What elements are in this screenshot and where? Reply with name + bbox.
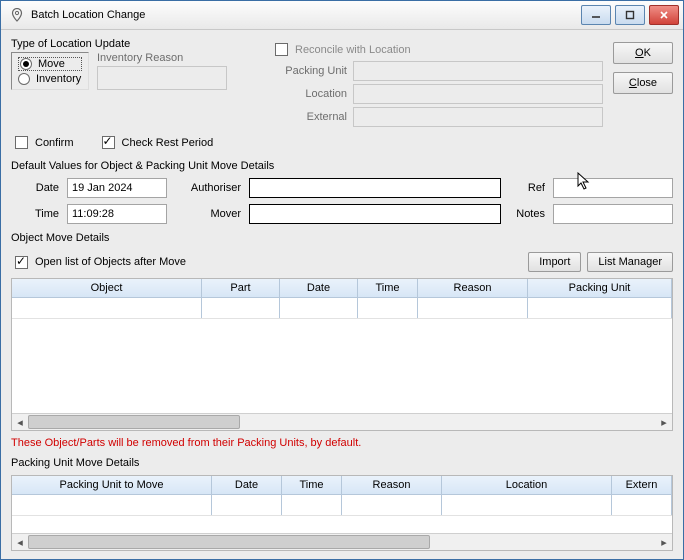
type-of-update-title: Type of Location Update (11, 38, 261, 50)
defaults-title: Default Values for Object & Packing Unit… (11, 160, 673, 172)
object-move-title: Object Move Details (11, 232, 673, 244)
import-button[interactable]: Import (528, 252, 581, 272)
object-col-reason[interactable]: Reason (418, 279, 528, 297)
packing-col-ext[interactable]: Extern (612, 476, 672, 494)
packing-table: Packing Unit to Move Date Time Reason Lo… (11, 475, 673, 551)
notes-label: Notes (507, 208, 547, 220)
scroll-left-icon[interactable]: ◂ (12, 534, 28, 550)
list-manager-button[interactable]: List Manager (587, 252, 673, 272)
inventory-radio[interactable]: Inventory (18, 73, 82, 85)
time-label: Time (11, 208, 61, 220)
ok-button[interactable]: OK (613, 42, 673, 64)
reconcile-ext-label: External (275, 111, 347, 123)
object-table: Object Part Date Time Reason Packing Uni… (11, 278, 673, 431)
maximize-button[interactable] (615, 5, 645, 25)
confirm-checkbox-label[interactable]: Confirm (11, 133, 74, 152)
minimize-button[interactable] (581, 5, 611, 25)
packing-col-reason[interactable]: Reason (342, 476, 442, 494)
confirm-checkbox[interactable] (15, 136, 28, 149)
inventory-reason-label: Inventory Reason (97, 52, 227, 64)
batch-location-change-window: Batch Location Change Type of Location U… (0, 0, 684, 560)
ref-input[interactable] (553, 178, 673, 198)
type-of-update-group: Type of Location Update Move Inventory (11, 38, 261, 127)
authoriser-input[interactable] (249, 178, 501, 198)
packing-col-time[interactable]: Time (282, 476, 342, 494)
reconcile-checkbox (275, 43, 288, 56)
packing-table-body[interactable] (12, 495, 672, 533)
removal-warning: These Object/Parts will be removed from … (11, 437, 673, 449)
reconcile-pu-label: Packing Unit (275, 65, 347, 77)
notes-input[interactable] (553, 204, 673, 224)
scroll-thumb[interactable] (28, 535, 430, 549)
location-pin-icon (9, 7, 25, 23)
inventory-reason-input (97, 66, 227, 90)
ref-label: Ref (507, 182, 547, 194)
titlebar: Batch Location Change (1, 1, 683, 30)
scroll-right-icon[interactable]: ▸ (656, 534, 672, 550)
object-col-date[interactable]: Date (280, 279, 358, 297)
reconcile-ext-input (353, 107, 603, 127)
object-table-header: Object Part Date Time Reason Packing Uni… (12, 279, 672, 298)
scroll-thumb[interactable] (28, 415, 240, 429)
scroll-left-icon[interactable]: ◂ (12, 414, 28, 430)
object-col-pu[interactable]: Packing Unit (528, 279, 672, 297)
reconcile-title: Reconcile with Location (295, 44, 411, 56)
window-title: Batch Location Change (29, 9, 145, 21)
object-table-body[interactable] (12, 298, 672, 413)
packing-move-title: Packing Unit Move Details (11, 457, 673, 469)
reconcile-group: Reconcile with Location Packing Unit Loc… (271, 40, 603, 127)
close-button[interactable]: Close (613, 72, 673, 94)
packing-col-date[interactable]: Date (212, 476, 282, 494)
mover-label: Mover (173, 208, 243, 220)
table-row[interactable] (12, 495, 672, 516)
content-area: Type of Location Update Move Inventory (1, 30, 683, 559)
move-radio-input[interactable] (20, 58, 32, 70)
packing-table-header: Packing Unit to Move Date Time Reason Lo… (12, 476, 672, 495)
reconcile-loc-input (353, 84, 603, 104)
object-col-part[interactable]: Part (202, 279, 280, 297)
open-after-move-checkbox[interactable] (15, 256, 28, 269)
packing-col-pu[interactable]: Packing Unit to Move (12, 476, 212, 494)
packing-col-loc[interactable]: Location (442, 476, 612, 494)
table-row[interactable] (12, 298, 672, 319)
object-col-time[interactable]: Time (358, 279, 418, 297)
packing-table-hscroll[interactable]: ◂ ▸ (12, 533, 672, 550)
check-rest-period-label[interactable]: Check Rest Period (98, 133, 214, 152)
check-rest-period-checkbox[interactable] (102, 136, 115, 149)
reconcile-pu-input (353, 61, 603, 81)
scroll-right-icon[interactable]: ▸ (656, 414, 672, 430)
authoriser-label: Authoriser (173, 182, 243, 194)
object-table-hscroll[interactable]: ◂ ▸ (12, 413, 672, 430)
close-window-button[interactable] (649, 5, 679, 25)
object-col-object[interactable]: Object (12, 279, 202, 297)
reconcile-loc-label: Location (275, 88, 347, 100)
date-input[interactable] (67, 178, 167, 198)
open-after-move-label[interactable]: Open list of Objects after Move (11, 253, 186, 272)
mover-input[interactable] (249, 204, 501, 224)
inventory-radio-input[interactable] (18, 73, 30, 85)
date-label: Date (11, 182, 61, 194)
time-input[interactable] (67, 204, 167, 224)
move-radio[interactable]: Move (18, 57, 82, 71)
